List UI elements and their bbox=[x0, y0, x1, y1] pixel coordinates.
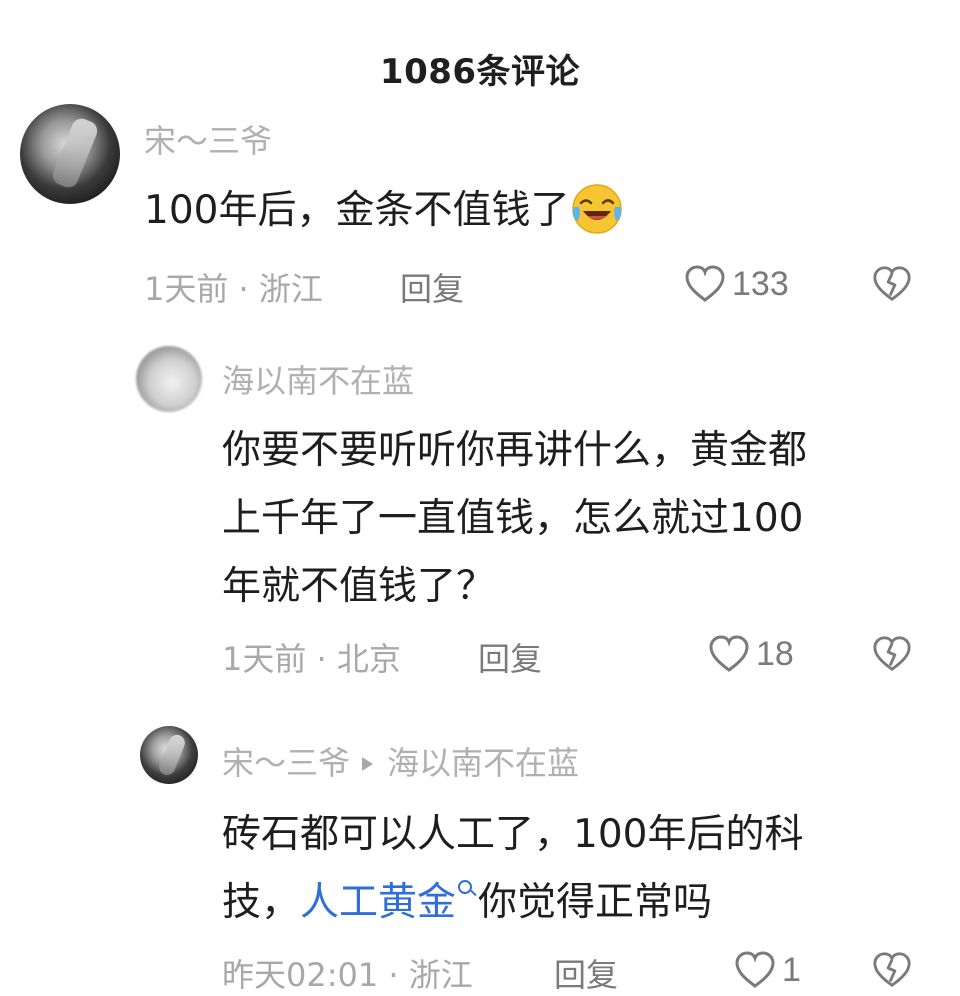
comment-like-button[interactable]: 133 bbox=[684, 262, 789, 306]
reply1-username[interactable]: 海以南不在蓝 bbox=[222, 356, 414, 402]
broken-heart-icon[interactable] bbox=[872, 264, 912, 304]
reply1-reply-button[interactable]: 回复 bbox=[478, 634, 542, 680]
laughing-crying-emoji-icon bbox=[572, 183, 623, 234]
reply2-reply-to-username[interactable]: 海以南不在蓝 bbox=[387, 744, 579, 782]
reply1-text-line-1: 你要不要听听你再讲什么，黄金都 bbox=[222, 428, 808, 473]
reply2-reply-button[interactable]: 回复 bbox=[554, 950, 618, 996]
reply2-text-suffix: 你觉得正常吗 bbox=[478, 880, 713, 925]
avatar[interactable] bbox=[20, 104, 120, 204]
comment-text: 100年后，金条不值钱了 bbox=[144, 176, 623, 245]
reply1-like-count: 18 bbox=[756, 634, 794, 673]
comments-count-title: 1086条评论 bbox=[379, 52, 581, 92]
broken-heart-icon[interactable] bbox=[872, 634, 912, 674]
search-icon[interactable] bbox=[456, 878, 478, 908]
reply2-like-count: 1 bbox=[782, 950, 801, 989]
comment-username[interactable]: 宋～三爷 bbox=[144, 116, 272, 162]
reply2-text-prefix: 技， bbox=[222, 880, 301, 925]
heart-icon bbox=[709, 635, 749, 672]
reply1-like-button[interactable]: 18 bbox=[708, 632, 794, 676]
broken-heart-icon[interactable] bbox=[872, 950, 912, 990]
avatar[interactable] bbox=[136, 346, 202, 412]
reply2-like-button[interactable]: 1 bbox=[734, 948, 801, 992]
reply-to-arrow-icon bbox=[362, 756, 374, 771]
reply2-header: 宋～三爷 海以南不在蓝 bbox=[222, 738, 579, 784]
reply2-username[interactable]: 宋～三爷 bbox=[222, 744, 350, 782]
reply1-meta: 1天前 · 北京 bbox=[222, 640, 401, 678]
comment-reply-button[interactable]: 回复 bbox=[400, 264, 464, 310]
reply2-text-line-1: 砖石都可以人工了，100年后的科 bbox=[222, 812, 804, 857]
heart-icon bbox=[685, 265, 725, 302]
avatar[interactable] bbox=[140, 726, 198, 784]
comment-meta: 1天前 · 浙江 bbox=[144, 270, 323, 308]
search-link-artificial-gold[interactable]: 人工黄金 bbox=[300, 880, 456, 925]
comment-like-count: 133 bbox=[732, 264, 789, 303]
comment-text-body: 100年后，金条不值钱了 bbox=[144, 188, 570, 233]
reply2-text-line-2: 技，人工黄金 你觉得正常吗 bbox=[222, 868, 712, 937]
reply1-text-line-2: 上千年了一直值钱，怎么就过100 bbox=[222, 496, 804, 541]
reply1-text-line-3: 年就不值钱了？ bbox=[222, 564, 496, 609]
reply2-meta: 昨天02:01 · 浙江 bbox=[222, 956, 473, 994]
heart-icon bbox=[735, 951, 775, 988]
